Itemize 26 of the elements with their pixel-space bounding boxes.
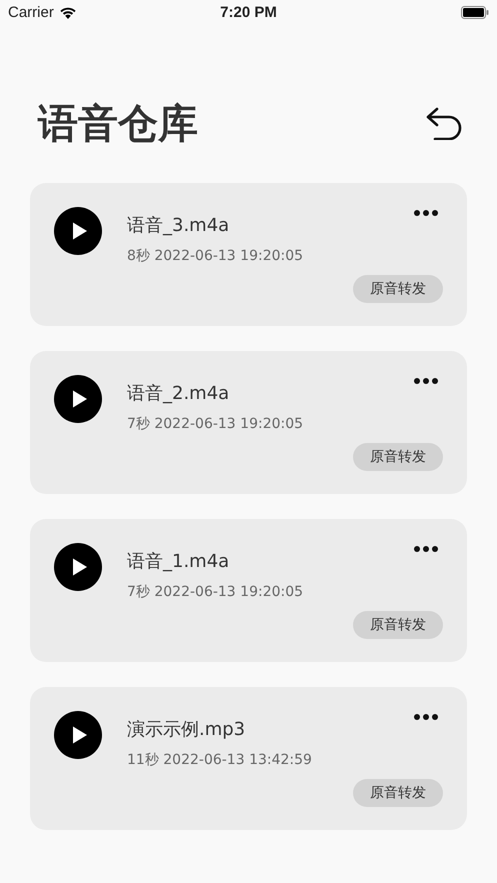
undo-arrow-icon[interactable] — [425, 106, 463, 140]
recording-name: 演示示例.mp3 — [127, 718, 246, 741]
recording-name: 语音_2.m4a — [127, 382, 230, 405]
more-icon[interactable] — [413, 209, 439, 217]
play-button[interactable] — [54, 375, 102, 423]
play-button[interactable] — [54, 207, 102, 255]
more-icon[interactable] — [413, 377, 439, 385]
page-title: 语音仓库 — [38, 100, 198, 148]
more-icon[interactable] — [413, 545, 439, 553]
forward-button[interactable]: 原音转发 — [353, 779, 443, 807]
forward-button[interactable]: 原音转发 — [353, 611, 443, 639]
play-button[interactable] — [54, 711, 102, 759]
recording-info: 7秒 2022-06-13 19:20:05 — [127, 583, 304, 601]
wifi-icon — [58, 6, 77, 19]
more-icon[interactable] — [413, 713, 439, 721]
battery-icon — [460, 6, 489, 19]
recording-name: 语音_3.m4a — [127, 214, 230, 237]
recording-info: 7秒 2022-06-13 19:20:05 — [127, 415, 304, 433]
recording-name: 语音_1.m4a — [127, 550, 230, 573]
recording-info: 11秒 2022-06-13 13:42:59 — [127, 751, 313, 769]
play-button[interactable] — [54, 543, 102, 591]
clock-time: 7:20 PM — [220, 4, 277, 21]
forward-button[interactable]: 原音转发 — [353, 275, 443, 303]
carrier-label: Carrier — [8, 4, 54, 21]
recording-info: 8秒 2022-06-13 19:20:05 — [127, 247, 304, 265]
forward-button[interactable]: 原音转发 — [353, 443, 443, 471]
